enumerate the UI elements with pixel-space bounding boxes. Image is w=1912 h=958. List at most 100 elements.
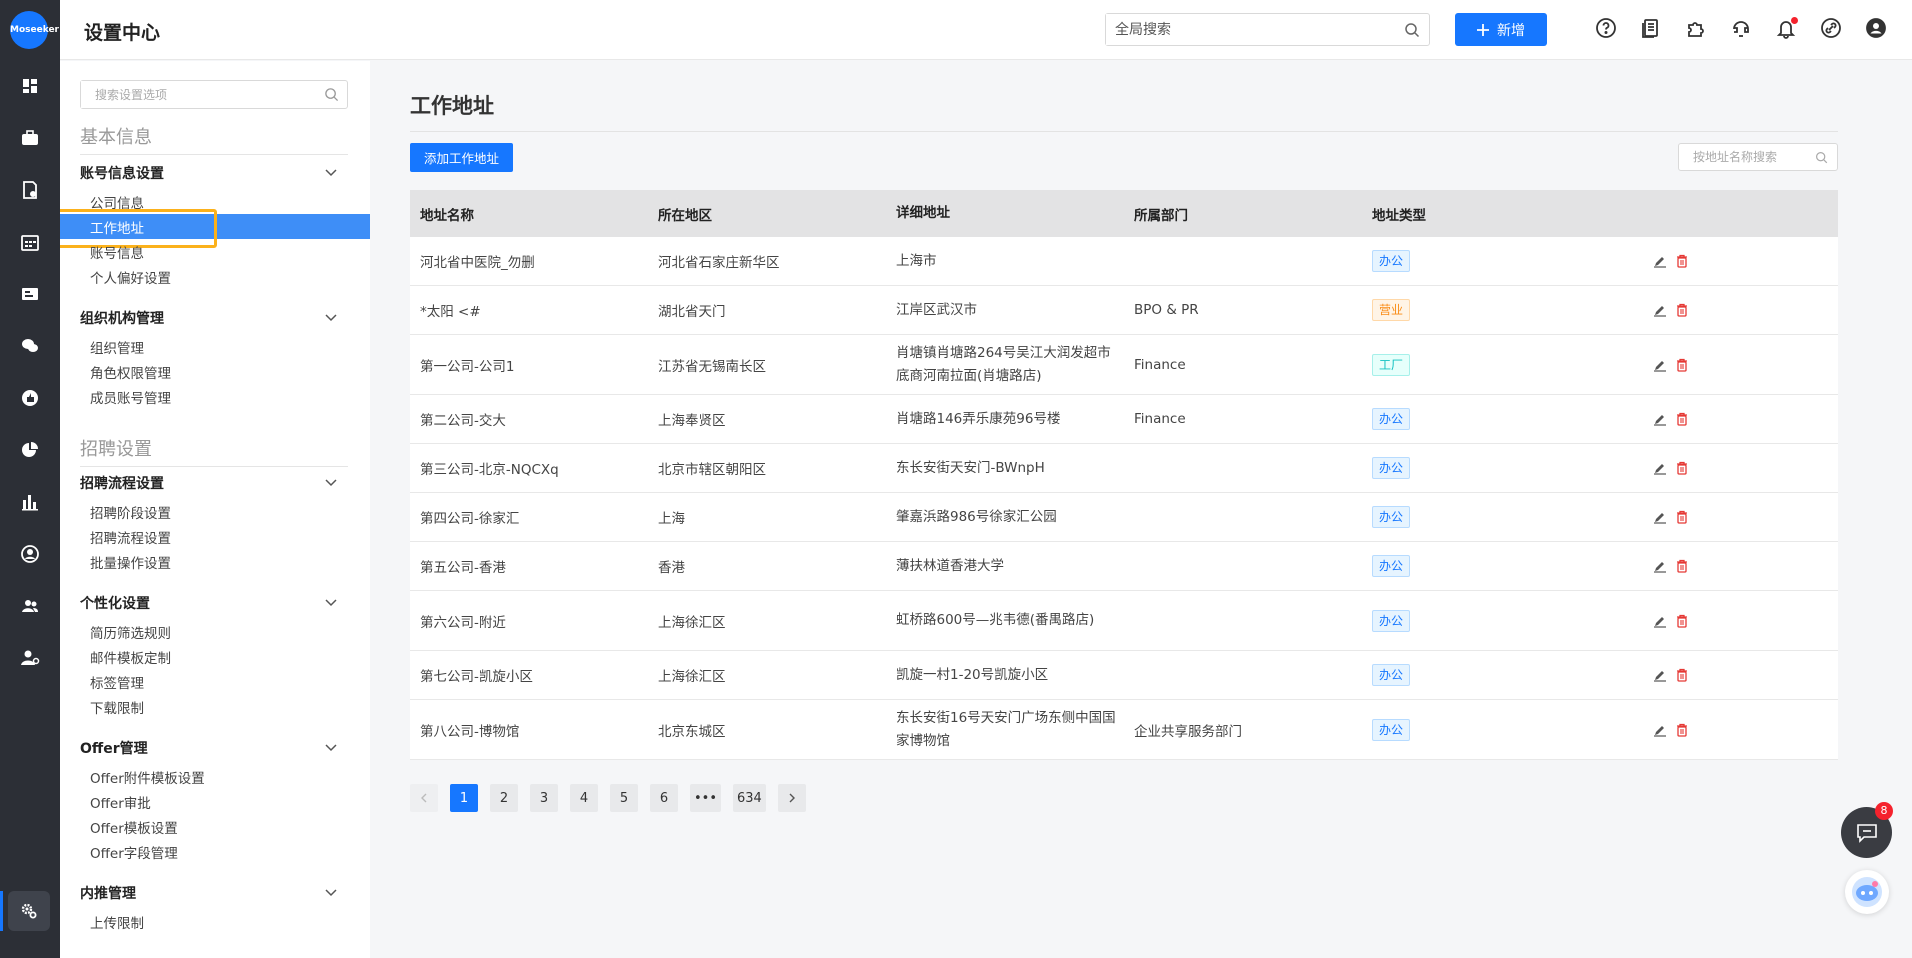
settings-gear-icon[interactable] <box>0 891 50 931</box>
briefcase-icon[interactable] <box>0 118 60 158</box>
page-5-button[interactable]: 5 <box>610 784 638 812</box>
chat-button[interactable]: 8 <box>1841 802 1893 858</box>
edit-icon[interactable] <box>1653 303 1667 317</box>
cell-detail-address: 江岸区武汉市 <box>896 301 977 318</box>
new-button[interactable]: 新增 <box>1455 13 1547 46</box>
calendar-icon[interactable] <box>0 222 60 262</box>
bell-icon[interactable] <box>1775 17 1799 41</box>
delete-icon[interactable] <box>1675 254 1689 268</box>
edit-icon[interactable] <box>1653 614 1667 628</box>
edit-icon[interactable] <box>1653 510 1667 524</box>
chevron-down-icon[interactable] <box>324 310 338 324</box>
search-icon[interactable] <box>324 87 339 102</box>
delete-icon[interactable] <box>1675 559 1689 573</box>
delete-icon[interactable] <box>1675 412 1689 426</box>
delete-icon[interactable] <box>1675 510 1689 524</box>
prev-page-button[interactable] <box>410 784 438 812</box>
page-3-button[interactable]: 3 <box>530 784 558 812</box>
address-search-input[interactable] <box>1679 144 1809 170</box>
global-search-input[interactable] <box>1106 14 1386 45</box>
chevron-down-icon[interactable] <box>324 595 338 609</box>
settings-search-input[interactable] <box>81 81 311 108</box>
chevron-down-icon[interactable] <box>324 740 338 754</box>
sidebar-item-preferences[interactable]: 个人偏好设置 <box>90 267 171 287</box>
bar-chart-icon[interactable] <box>0 482 60 522</box>
group-personalization[interactable]: 个性化设置 <box>80 593 348 613</box>
edit-icon[interactable] <box>1653 668 1667 682</box>
next-page-button[interactable] <box>777 784 806 812</box>
table-row: 第七公司-凯旋小区 上海徐汇区 凯旋一村1-20号凯旋小区 办公 <box>410 651 1838 700</box>
group-org-management[interactable]: 组织机构管理 <box>80 308 348 328</box>
chevron-down-icon[interactable] <box>324 885 338 899</box>
chevron-down-icon[interactable] <box>324 475 338 489</box>
page-1-button[interactable]: 1 <box>450 784 478 812</box>
sidebar-item-work-address[interactable]: 工作地址 <box>60 209 370 248</box>
sidebar-item-download-limit[interactable]: 下载限制 <box>90 697 144 717</box>
delete-icon[interactable] <box>1675 614 1689 628</box>
group-offer[interactable]: Offer管理 <box>80 738 348 758</box>
delete-icon[interactable] <box>1675 461 1689 475</box>
sidebar-item-offer-fields[interactable]: Offer字段管理 <box>90 842 178 862</box>
assistant-robot-icon[interactable] <box>1845 870 1889 914</box>
user-settings-icon[interactable] <box>0 638 60 678</box>
delete-icon[interactable] <box>1675 668 1689 682</box>
cell-detail-address: 凯旋一村1-20号凯旋小区 <box>896 666 1049 683</box>
document-icon[interactable] <box>1640 17 1664 41</box>
page-4-button[interactable]: 4 <box>570 784 598 812</box>
sidebar-item-roles[interactable]: 角色权限管理 <box>90 362 171 382</box>
sidebar-item-tags[interactable]: 标签管理 <box>90 672 144 692</box>
sidebar-item-offer-approval[interactable]: Offer审批 <box>90 792 151 812</box>
edit-icon[interactable] <box>1653 412 1667 426</box>
sidebar-item-offer-attachment[interactable]: Offer附件模板设置 <box>90 767 205 787</box>
link-icon[interactable] <box>1820 17 1844 41</box>
id-card-icon[interactable] <box>0 274 60 314</box>
address-search[interactable] <box>1678 143 1838 171</box>
edit-icon[interactable] <box>1653 559 1667 573</box>
search-icon[interactable] <box>1404 22 1420 38</box>
add-address-button[interactable]: 添加工作地址 <box>410 143 513 172</box>
delete-icon[interactable] <box>1675 358 1689 372</box>
group-referral[interactable]: 内推管理 <box>80 883 348 903</box>
app-logo[interactable]: Moseeker <box>10 11 59 49</box>
sidebar-item-batch[interactable]: 批量操作设置 <box>90 552 171 572</box>
sidebar-item-upload-limit[interactable]: 上传限制 <box>90 912 144 932</box>
thumbs-up-icon[interactable] <box>0 378 60 418</box>
avatar-icon[interactable] <box>1865 17 1889 41</box>
edit-icon[interactable] <box>1653 461 1667 475</box>
sidebar-item-offer-template[interactable]: Offer模板设置 <box>90 817 178 837</box>
sidebar-item-email-templates[interactable]: 邮件模板定制 <box>90 647 171 667</box>
search-icon[interactable] <box>1815 151 1828 164</box>
dashboard-icon[interactable] <box>0 66 60 106</box>
team-icon[interactable] <box>0 586 60 626</box>
group-account-settings[interactable]: 账号信息设置 <box>80 163 348 183</box>
user-circle-icon[interactable] <box>0 534 60 574</box>
wechat-icon[interactable] <box>0 326 60 366</box>
help-icon[interactable] <box>1595 17 1619 41</box>
sidebar-item-stages[interactable]: 招聘阶段设置 <box>90 502 171 522</box>
sidebar-item-org[interactable]: 组织管理 <box>90 337 144 357</box>
resume-icon[interactable] <box>0 170 60 210</box>
page-2-button[interactable]: 2 <box>490 784 518 812</box>
group-recruit-flow[interactable]: 招聘流程设置 <box>80 473 348 493</box>
chevron-down-icon[interactable] <box>324 165 338 179</box>
last-page-button[interactable]: 634 <box>733 784 766 812</box>
sidebar-item-members[interactable]: 成员账号管理 <box>90 387 171 407</box>
page-6-button[interactable]: 6 <box>650 784 678 812</box>
edit-icon[interactable] <box>1653 723 1667 737</box>
sidebar-item-resume-rules[interactable]: 简历筛选规则 <box>90 622 171 642</box>
pie-chart-icon[interactable] <box>0 430 60 470</box>
sidebar-item-account-info[interactable]: 账号信息 <box>90 242 144 262</box>
delete-icon[interactable] <box>1675 723 1689 737</box>
edit-icon[interactable] <box>1653 254 1667 268</box>
global-search[interactable] <box>1105 13 1430 46</box>
page-ellipsis-button[interactable]: ••• <box>690 784 722 812</box>
settings-search[interactable] <box>80 80 348 109</box>
plugin-icon[interactable] <box>1685 17 1709 41</box>
support-icon[interactable] <box>1730 17 1754 41</box>
sidebar-item-flow[interactable]: 招聘流程设置 <box>90 527 171 547</box>
cell-detail-address: 虹桥路600号—兆韦德(番禺路店) <box>896 612 1095 628</box>
table-row: 第五公司-香港 香港 薄扶林道香港大学 办公 <box>410 542 1838 591</box>
cell-address-name: 第八公司-博物馆 <box>420 723 520 740</box>
edit-icon[interactable] <box>1653 358 1667 372</box>
delete-icon[interactable] <box>1675 303 1689 317</box>
